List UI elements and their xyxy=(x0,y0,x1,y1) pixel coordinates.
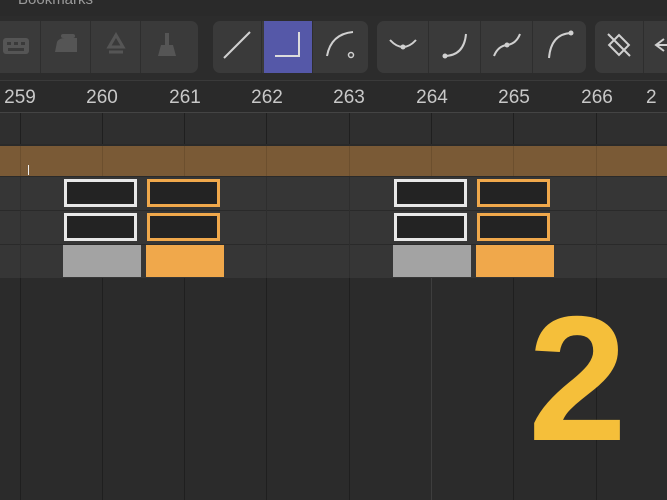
frame-tick-row xyxy=(0,112,667,145)
frame-divider xyxy=(266,113,267,145)
frame-divider xyxy=(596,113,597,145)
arrow-left-icon xyxy=(650,28,667,67)
keyframe-orange[interactable] xyxy=(477,179,550,207)
linear-button[interactable] xyxy=(213,21,262,73)
curve-up-icon xyxy=(438,28,472,67)
curves-group xyxy=(377,21,586,73)
keyboard-button[interactable] xyxy=(0,21,41,73)
broom-button[interactable] xyxy=(142,21,191,73)
frame-divider xyxy=(431,278,432,500)
ruler-label: 259 xyxy=(4,87,36,108)
ruler-label: 261 xyxy=(169,87,201,108)
keyframe-block-gray[interactable] xyxy=(393,245,471,277)
s-curve-button[interactable] xyxy=(481,21,533,73)
band-divider xyxy=(596,146,597,176)
frame-divider xyxy=(596,177,597,278)
iron-button[interactable] xyxy=(42,21,91,73)
frame-divider xyxy=(349,278,350,500)
ease-out-button[interactable] xyxy=(315,21,364,73)
edit-tools-group xyxy=(0,21,198,73)
keyframe-white[interactable] xyxy=(394,213,467,241)
frame-divider xyxy=(349,113,350,145)
frame-divider xyxy=(513,113,514,145)
linear-icon xyxy=(220,28,254,67)
ruler-label: 263 xyxy=(333,87,365,108)
band-divider xyxy=(20,146,21,176)
frame-divider xyxy=(513,278,514,500)
recycle-icon xyxy=(99,30,133,65)
ruler-label: 266 xyxy=(581,87,613,108)
frame-divider xyxy=(184,278,185,500)
step-number-overlay: 2 xyxy=(528,279,627,478)
band-divider xyxy=(513,146,514,176)
window-title: Bookmarks xyxy=(18,0,93,8)
keyframe-block-gray[interactable] xyxy=(63,245,141,277)
frame-divider xyxy=(266,177,267,278)
keyframe-white[interactable] xyxy=(394,179,467,207)
arc-icon xyxy=(543,28,577,67)
misc-group xyxy=(595,21,667,73)
broom-icon xyxy=(150,30,184,65)
corner-icon xyxy=(271,28,305,67)
frame-divider xyxy=(20,113,21,145)
ruler-label: 2 xyxy=(646,87,657,108)
frame-divider xyxy=(184,113,185,145)
frame-divider xyxy=(266,278,267,500)
title-strip: Bookmarks xyxy=(0,0,667,16)
ruler-label: 260 xyxy=(86,87,118,108)
recycle-button[interactable] xyxy=(92,21,141,73)
segment-shape-group xyxy=(213,21,368,73)
ruler-label: 264 xyxy=(416,87,448,108)
selection-range-band[interactable] xyxy=(0,144,667,178)
keyframe-block-orange[interactable] xyxy=(476,245,554,277)
curve-toolbar xyxy=(0,16,667,80)
frame-divider xyxy=(431,113,432,145)
keyframe-white[interactable] xyxy=(64,179,137,207)
frame-divider xyxy=(349,177,350,278)
curve-up-button[interactable] xyxy=(429,21,481,73)
frame-ruler[interactable]: 259 260 261 262 263 264 265 266 2 xyxy=(0,80,667,113)
corner-button[interactable] xyxy=(264,21,313,73)
keyframe-orange[interactable] xyxy=(477,213,550,241)
playhead-cursor[interactable] xyxy=(28,165,29,175)
arrow-left-button[interactable] xyxy=(645,21,667,73)
disable-keyframe-icon xyxy=(602,28,636,67)
bezier-dip-icon xyxy=(386,28,420,67)
frame-divider xyxy=(20,278,21,500)
keyframe-block-orange[interactable] xyxy=(146,245,224,277)
frame-divider xyxy=(102,278,103,500)
ease-out-icon xyxy=(323,28,357,67)
disable-keyframe-button[interactable] xyxy=(595,21,644,73)
band-divider xyxy=(266,146,267,176)
frame-divider xyxy=(102,113,103,145)
keyframe-orange[interactable] xyxy=(147,213,220,241)
band-divider xyxy=(349,146,350,176)
bezier-dip-button[interactable] xyxy=(377,21,429,73)
ruler-label: 262 xyxy=(251,87,283,108)
s-curve-icon xyxy=(490,28,524,67)
keyframe-orange[interactable] xyxy=(147,179,220,207)
arc-button[interactable] xyxy=(533,21,586,73)
ruler-label: 265 xyxy=(498,87,530,108)
band-divider xyxy=(184,146,185,176)
frame-divider xyxy=(20,177,21,278)
keyframe-white[interactable] xyxy=(64,213,137,241)
keyboard-icon xyxy=(0,30,33,65)
iron-icon xyxy=(49,30,83,65)
band-divider xyxy=(431,146,432,176)
band-divider xyxy=(102,146,103,176)
